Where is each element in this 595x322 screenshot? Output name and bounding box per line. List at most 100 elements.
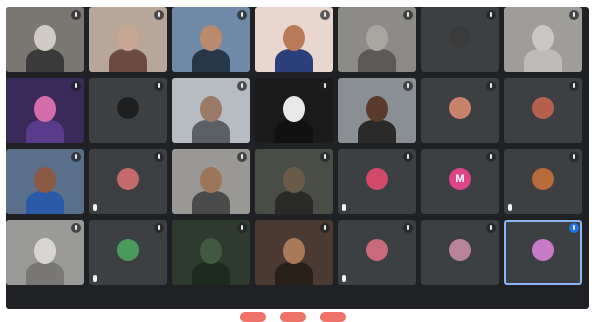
participant-name — [259, 62, 263, 69]
participant-name — [425, 62, 429, 69]
participant-tile[interactable] — [338, 78, 416, 143]
participant-tile[interactable] — [172, 7, 250, 72]
mic-active-icon — [569, 223, 579, 233]
participant-body — [26, 191, 64, 214]
participant-name — [342, 133, 346, 140]
participant-name — [93, 204, 97, 211]
participant-tile[interactable] — [255, 220, 333, 285]
participant-tile[interactable] — [421, 78, 499, 143]
participant-tile[interactable] — [421, 7, 499, 72]
participant-tile[interactable] — [6, 7, 84, 72]
participant-body — [192, 191, 230, 214]
mic-muted-icon — [71, 81, 81, 91]
participant-tile[interactable] — [6, 149, 84, 214]
participant-name — [342, 62, 346, 69]
mic-muted-icon — [154, 152, 164, 162]
participant-avatar — [117, 96, 139, 119]
participant-tile[interactable] — [255, 78, 333, 143]
participant-body — [358, 120, 396, 143]
participant-face — [34, 167, 56, 193]
mic-toggle-button[interactable] — [240, 312, 266, 322]
participant-tile[interactable] — [89, 149, 167, 214]
participant-name — [508, 62, 512, 69]
participant-avatar — [449, 238, 471, 261]
participant-face — [366, 96, 388, 122]
participant-tile[interactable] — [172, 78, 250, 143]
participant-body — [192, 262, 230, 285]
participant-face — [283, 238, 305, 264]
participant-tile[interactable] — [504, 220, 582, 285]
mic-muted-icon — [403, 152, 413, 162]
participant-tile[interactable] — [338, 149, 416, 214]
participant-avatar — [532, 167, 554, 190]
participant-avatar — [532, 238, 554, 261]
participant-tile[interactable] — [255, 7, 333, 72]
participant-body — [275, 191, 313, 214]
participant-name — [259, 275, 263, 282]
participant-body — [524, 49, 562, 72]
participant-body — [275, 49, 313, 72]
participant-name — [176, 275, 180, 282]
participant-avatar — [117, 167, 139, 190]
participant-tile[interactable] — [172, 149, 250, 214]
participant-body — [26, 120, 64, 143]
participant-tile[interactable] — [421, 220, 499, 285]
participant-tile[interactable] — [504, 149, 582, 214]
participant-avatar — [366, 238, 388, 261]
mic-muted-icon — [237, 152, 247, 162]
end-call-button[interactable] — [320, 312, 346, 322]
participant-tile[interactable] — [338, 7, 416, 72]
participant-face — [283, 25, 305, 51]
mic-muted-icon — [237, 81, 247, 91]
participant-tile[interactable] — [338, 220, 416, 285]
participant-tile[interactable] — [6, 220, 84, 285]
participant-name — [259, 133, 263, 140]
participant-tile[interactable] — [6, 78, 84, 143]
participant-body — [26, 262, 64, 285]
participant-tile[interactable] — [504, 78, 582, 143]
participant-face — [283, 96, 305, 122]
participant-face — [34, 96, 56, 122]
participant-tile[interactable] — [89, 220, 167, 285]
participant-avatar — [449, 25, 471, 48]
participant-face — [34, 25, 56, 51]
participant-grid: M — [6, 7, 582, 285]
participant-tile[interactable] — [504, 7, 582, 72]
mic-muted-icon — [71, 152, 81, 162]
participant-name — [259, 204, 263, 211]
participant-tile[interactable] — [172, 220, 250, 285]
participant-avatar — [117, 238, 139, 261]
mic-muted-icon — [403, 10, 413, 20]
participant-tile[interactable] — [89, 7, 167, 72]
participant-body — [109, 49, 147, 72]
participant-name — [10, 275, 14, 282]
participant-name — [425, 133, 429, 140]
participant-face — [532, 25, 554, 51]
participant-name — [93, 133, 97, 140]
mic-muted-icon — [569, 81, 579, 91]
participant-body — [192, 49, 230, 72]
participant-name — [508, 133, 512, 140]
participant-name — [508, 275, 512, 282]
mic-muted-icon — [569, 152, 579, 162]
participant-avatar — [449, 96, 471, 119]
participant-name — [10, 204, 14, 211]
participant-name — [342, 275, 346, 282]
mic-muted-icon — [71, 10, 81, 20]
participant-name — [93, 62, 97, 69]
mic-muted-icon — [486, 152, 496, 162]
participant-tile[interactable] — [255, 149, 333, 214]
participant-face — [200, 25, 222, 51]
participant-avatar — [366, 167, 388, 190]
participant-tile[interactable]: M — [421, 149, 499, 214]
participant-name — [10, 62, 14, 69]
participant-name — [176, 62, 180, 69]
camera-toggle-button[interactable] — [280, 312, 306, 322]
participant-tile[interactable] — [89, 78, 167, 143]
participant-name — [176, 133, 180, 140]
participant-body — [26, 49, 64, 72]
participant-name — [176, 204, 180, 211]
participant-body — [358, 49, 396, 72]
mic-muted-icon — [71, 223, 81, 233]
meeting-window: M — [0, 0, 595, 322]
